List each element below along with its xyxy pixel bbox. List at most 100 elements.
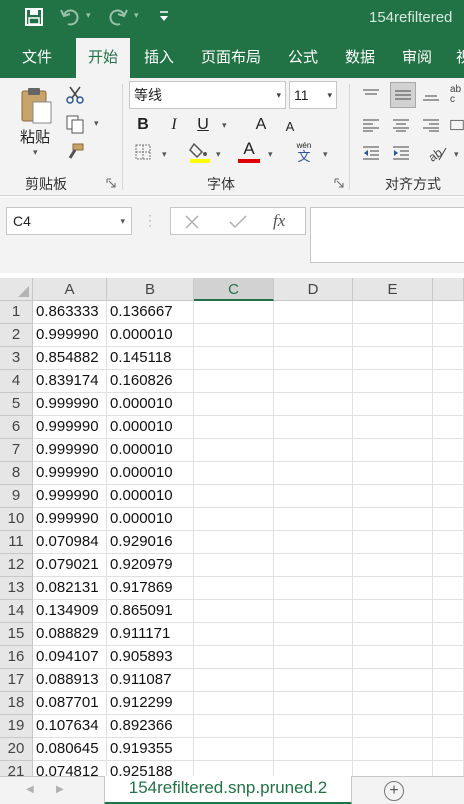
sheet-tab-active[interactable]: 154refiltered.snp.pruned.2 — [104, 776, 352, 804]
cell-c17[interactable] — [194, 669, 274, 692]
fill-color-icon[interactable] — [189, 140, 211, 164]
cell-c4[interactable] — [194, 370, 274, 393]
cell-overflow[interactable] — [433, 485, 464, 508]
cell-b8[interactable]: 0.000010 — [107, 462, 194, 485]
cell-c16[interactable] — [194, 646, 274, 669]
cell-e18[interactable] — [353, 692, 433, 715]
add-sheet-icon[interactable]: + — [384, 781, 404, 801]
next-sheet-icon[interactable]: ▶ — [56, 784, 64, 795]
cell-a19[interactable]: 0.107634 — [33, 715, 107, 738]
cell-b13[interactable]: 0.917869 — [107, 577, 194, 600]
cell-c2[interactable] — [194, 324, 274, 347]
paste-icon[interactable] — [18, 86, 54, 124]
paste-dropdown-icon[interactable]: ▾ — [33, 147, 38, 158]
row-header[interactable]: 6 — [0, 416, 33, 439]
cell-overflow[interactable] — [433, 301, 464, 324]
cell-c1[interactable] — [194, 301, 274, 324]
cell-e1[interactable] — [353, 301, 433, 324]
increase-indent-icon[interactable] — [390, 142, 412, 164]
column-header-d[interactable]: D — [274, 278, 353, 301]
cell-e10[interactable] — [353, 508, 433, 531]
row-header[interactable]: 8 — [0, 462, 33, 485]
cell-overflow[interactable] — [433, 715, 464, 738]
tab-review[interactable]: 审阅 — [402, 38, 432, 78]
cell-c10[interactable] — [194, 508, 274, 531]
undo-icon[interactable] — [60, 7, 82, 27]
orientation-dropdown-icon[interactable]: ▾ — [454, 149, 459, 160]
cell-b1[interactable]: 0.136667 — [107, 301, 194, 324]
cell-b4[interactable]: 0.160826 — [107, 370, 194, 393]
cell-b6[interactable]: 0.000010 — [107, 416, 194, 439]
font-color-button[interactable]: A — [238, 138, 260, 160]
cell-b7[interactable]: 0.000010 — [107, 439, 194, 462]
row-header[interactable]: 13 — [0, 577, 33, 600]
cell-b16[interactable]: 0.905893 — [107, 646, 194, 669]
decrease-indent-icon[interactable] — [360, 142, 382, 164]
font-name-select[interactable]: 等线 ▾ — [129, 81, 286, 109]
name-box[interactable]: C4 ▾ — [6, 207, 132, 235]
row-header[interactable]: 12 — [0, 554, 33, 577]
cell-a15[interactable]: 0.088829 — [33, 623, 107, 646]
tab-view[interactable]: 视 — [456, 38, 464, 78]
bold-button[interactable]: B — [134, 114, 152, 136]
cell-e9[interactable] — [353, 485, 433, 508]
row-header[interactable]: 11 — [0, 531, 33, 554]
name-box-dropdown-icon[interactable]: ▾ — [120, 208, 125, 234]
cell-e6[interactable] — [353, 416, 433, 439]
cell-e17[interactable] — [353, 669, 433, 692]
row-header[interactable]: 15 — [0, 623, 33, 646]
cell-c12[interactable] — [194, 554, 274, 577]
cell-overflow[interactable] — [433, 439, 464, 462]
cell-d15[interactable] — [274, 623, 353, 646]
cell-e12[interactable] — [353, 554, 433, 577]
align-center-icon[interactable] — [390, 114, 412, 136]
cell-c5[interactable] — [194, 393, 274, 416]
enter-icon[interactable] — [229, 215, 247, 229]
row-header[interactable]: 20 — [0, 738, 33, 761]
cell-a13[interactable]: 0.082131 — [33, 577, 107, 600]
cell-e19[interactable] — [353, 715, 433, 738]
top-align-icon[interactable] — [360, 84, 382, 106]
cell-d8[interactable] — [274, 462, 353, 485]
cell-d10[interactable] — [274, 508, 353, 531]
cell-overflow[interactable] — [433, 416, 464, 439]
column-header-e[interactable]: E — [353, 278, 433, 301]
redo-dropdown-icon[interactable]: ▾ — [134, 10, 139, 21]
cell-c20[interactable] — [194, 738, 274, 761]
row-header[interactable]: 3 — [0, 347, 33, 370]
cell-overflow[interactable] — [433, 531, 464, 554]
customize-icon[interactable] — [158, 9, 170, 23]
cell-c19[interactable] — [194, 715, 274, 738]
italic-button[interactable]: I — [165, 114, 183, 136]
row-header[interactable]: 7 — [0, 439, 33, 462]
cell-c13[interactable] — [194, 577, 274, 600]
cell-c14[interactable] — [194, 600, 274, 623]
cell-c11[interactable] — [194, 531, 274, 554]
cell-d16[interactable] — [274, 646, 353, 669]
cell-c3[interactable] — [194, 347, 274, 370]
cell-overflow[interactable] — [433, 761, 464, 776]
align-left-icon[interactable] — [360, 114, 382, 136]
formula-input[interactable] — [310, 207, 464, 263]
cell-b9[interactable]: 0.000010 — [107, 485, 194, 508]
cell-overflow[interactable] — [433, 600, 464, 623]
borders-dropdown-icon[interactable]: ▾ — [162, 149, 167, 160]
cell-e21[interactable] — [353, 761, 433, 776]
wrap-text-icon[interactable]: ab c — [450, 84, 464, 106]
cell-b12[interactable]: 0.920979 — [107, 554, 194, 577]
cell-d4[interactable] — [274, 370, 353, 393]
cell-c15[interactable] — [194, 623, 274, 646]
cell-b21[interactable]: 0.925188 — [107, 761, 194, 776]
tab-page-layout[interactable]: 页面布局 — [201, 38, 261, 78]
underline-button[interactable]: U — [194, 114, 212, 136]
font-size-select[interactable]: 11 ▾ — [289, 81, 337, 109]
column-header-a[interactable]: A — [33, 278, 107, 301]
underline-dropdown-icon[interactable]: ▾ — [222, 120, 227, 131]
cell-a8[interactable]: 0.999990 — [33, 462, 107, 485]
cell-a1[interactable]: 0.863333 — [33, 301, 107, 324]
column-header-next[interactable] — [433, 278, 464, 301]
cell-a21[interactable]: 0.074812 — [33, 761, 107, 776]
cell-c8[interactable] — [194, 462, 274, 485]
phonetic-dropdown-icon[interactable]: ▾ — [323, 149, 328, 160]
cell-e4[interactable] — [353, 370, 433, 393]
